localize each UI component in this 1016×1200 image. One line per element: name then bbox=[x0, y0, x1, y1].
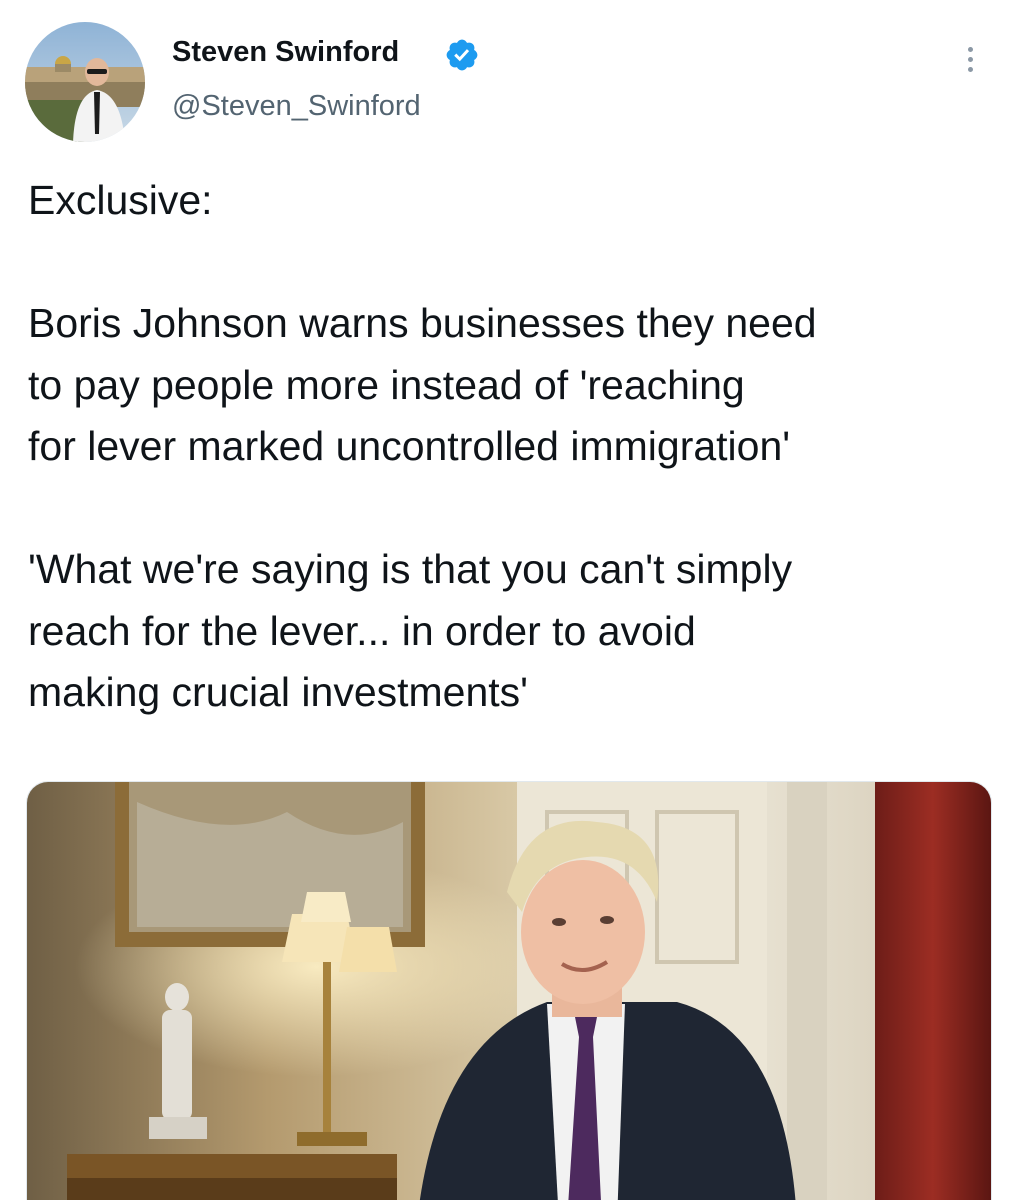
avatar-photo bbox=[25, 22, 145, 142]
tweet-line: for lever marked uncontrolled immigratio… bbox=[28, 423, 791, 469]
tweet-card: Steven Swinford @Steven_Swinford Exclusi… bbox=[0, 0, 1016, 1200]
author-avatar[interactable] bbox=[25, 22, 145, 142]
author-handle[interactable]: @Steven_Swinford bbox=[172, 90, 421, 123]
tweet-line: Boris Johnson warns businesses they need bbox=[28, 300, 817, 346]
tweet-text: Exclusive: Boris Johnson warns businesse… bbox=[28, 170, 1003, 724]
tweet-line: Exclusive: bbox=[28, 177, 213, 223]
author-display-name[interactable]: Steven Swinford bbox=[172, 36, 399, 69]
media-photo bbox=[27, 782, 991, 1200]
tweet-line: making crucial investments' bbox=[28, 669, 529, 715]
tweet-line: to pay people more instead of 'reaching bbox=[28, 361, 745, 408]
tweet-line: reach for the lever... in order to avoid bbox=[28, 607, 696, 654]
verified-badge-icon bbox=[446, 39, 478, 71]
more-vertical-icon-dot bbox=[967, 66, 973, 72]
more-vertical-icon-dot bbox=[967, 46, 973, 52]
more-vertical-icon-dot bbox=[967, 56, 973, 62]
tweet-media-image[interactable] bbox=[26, 781, 992, 1200]
tweet-line: 'What we're saying is that you can't sim… bbox=[28, 546, 793, 592]
more-options-button[interactable] bbox=[950, 36, 990, 82]
